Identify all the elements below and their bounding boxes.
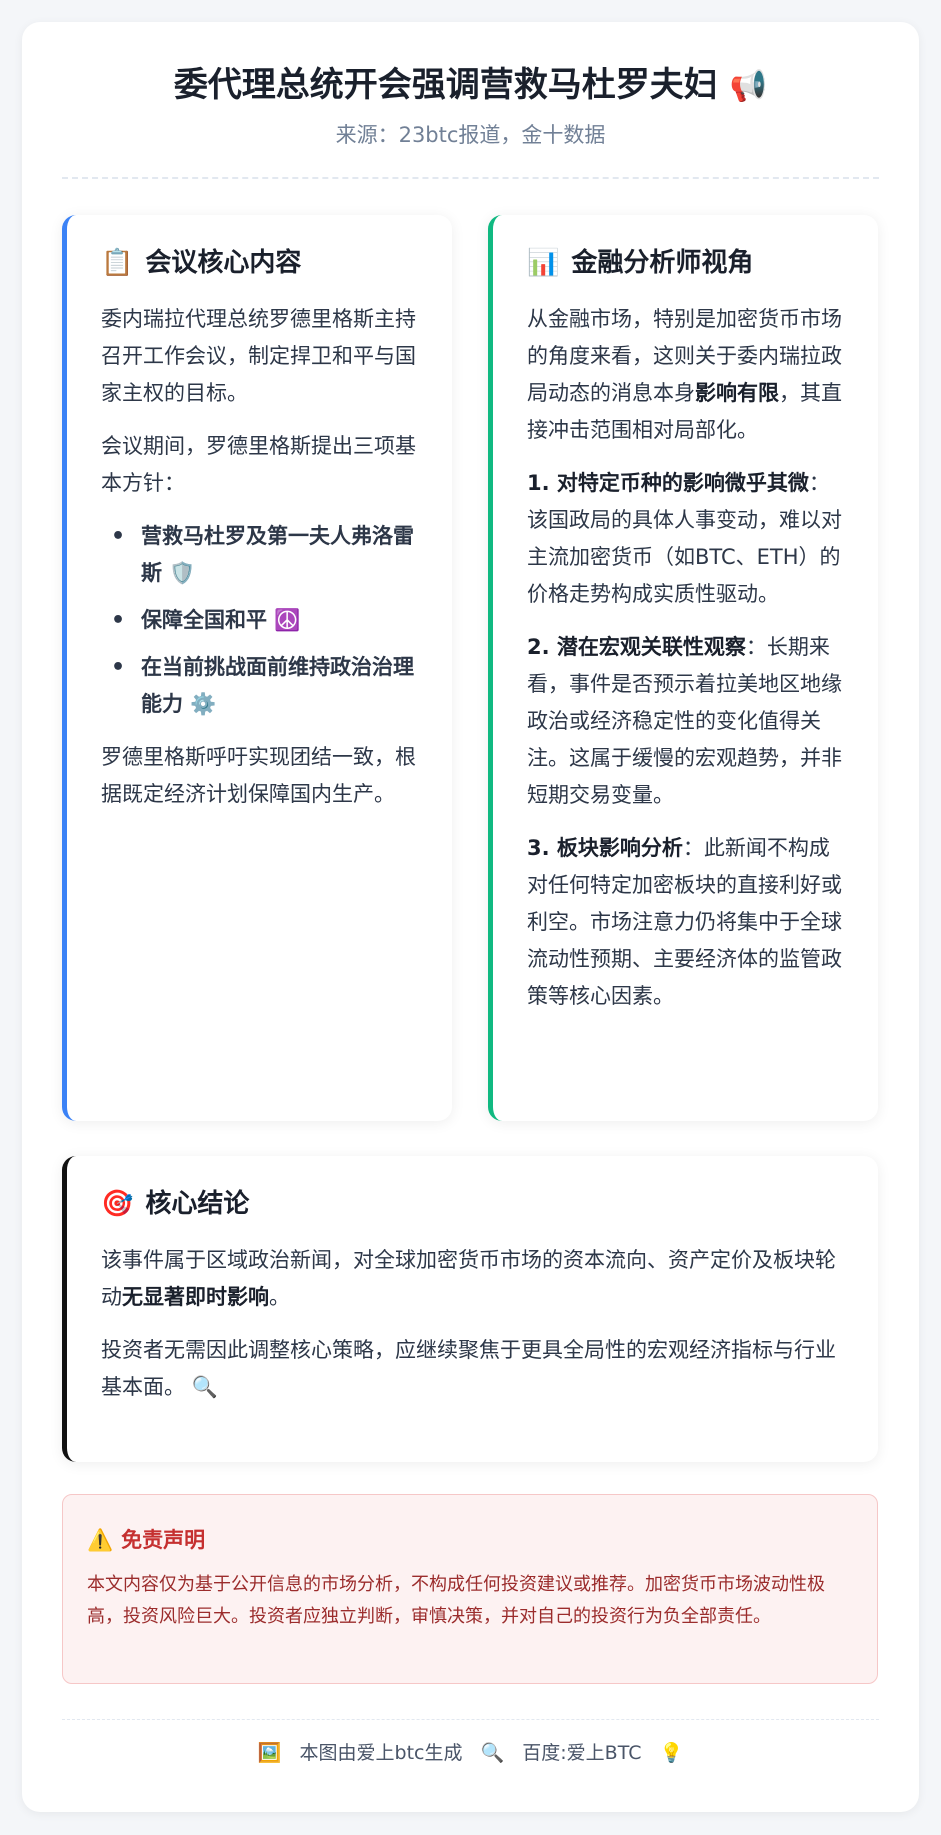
conclusion-heading-text: 核心结论 (145, 1189, 250, 1219)
footer: 🖼️ 本图由爱上btc生成 🔍 百度:爱上BTC 💡 (62, 1738, 879, 1768)
source-line: 来源：23btc报道，金十数据 (335, 123, 606, 147)
chart-icon: 📊 (527, 248, 560, 278)
conclusion-text-end: 。 (269, 1285, 290, 1309)
analyst-intro: 从金融市场，特别是加密货币市场的角度来看，这则关于委内瑞拉政局动态的消息本身影响… (527, 301, 844, 449)
footer-credit: 本图由爱上btc生成 (299, 1742, 463, 1764)
header: 委代理总统开会强调营救马杜罗夫妇 📢 来源：23btc报道，金十数据 (62, 60, 879, 150)
analyst-heading: 📊 金融分析师视角 (527, 243, 844, 283)
point-title: 3. 板块影响分析 (527, 836, 683, 860)
meeting-heading-text: 会议核心内容 (145, 248, 302, 278)
analyst-point-1: 1. 对特定币种的影响微乎其微：该国政局的具体人事变动，难以对主流加密货币（如B… (527, 465, 844, 613)
picture-icon: 🖼️ (257, 1742, 282, 1764)
point-text: ：长期来看，事件是否预示着拉美地区地缘政治或经济稳定性的变化值得关注。这属于缓慢… (527, 635, 842, 807)
list-item: 营救马杜罗及第一夫人弗洛雷斯 🛡️ (111, 518, 418, 592)
gear-icon: ⚙️ (190, 692, 217, 716)
footer-divider (62, 1719, 879, 1720)
analyst-heading-text: 金融分析师视角 (571, 248, 754, 278)
analyst-card: 📊 金融分析师视角 从金融市场，特别是加密货币市场的角度来看，这则关于委内瑞拉政局… (488, 215, 878, 1121)
meeting-heading: 📋 会议核心内容 (101, 243, 418, 283)
megaphone-icon: 📢 (729, 69, 768, 104)
conclusion-heading: 🎯 核心结论 (101, 1184, 844, 1224)
disclaimer-text: 本文内容仅为基于公开信息的市场分析，不构成任何投资建议或推荐。加密货币市场波动性… (87, 1574, 825, 1627)
policy-list: 营救马杜罗及第一夫人弗洛雷斯 🛡️ 保障全国和平 ☮️ 在当前挑战面前维持政治治… (101, 518, 418, 723)
meeting-paragraph-1: 委内瑞拉代理总统罗德里格斯主持召开工作会议，制定捍卫和平与国家主权的目标。 (101, 307, 416, 405)
warning-icon: ⚠️ (87, 1528, 114, 1552)
footer-search-hint: 百度:爱上BTC (522, 1742, 642, 1764)
conclusion-paragraph-1: 该事件属于区域政治新闻，对全球加密货币市场的资本流向、资产定价及板块轮动无显著即… (101, 1242, 844, 1316)
meeting-paragraph-3: 罗德里格斯呼吁实现团结一致，根据既定经济计划保障国内生产。 (101, 745, 416, 806)
meeting-paragraph-2: 会议期间，罗德里格斯提出三项基本方针： (101, 434, 416, 495)
analyst-point-3: 3. 板块影响分析：此新闻不构成对任何特定加密板块的直接利好或利空。市场注意力仍… (527, 830, 844, 1015)
shield-icon: 🛡️ (169, 561, 196, 585)
conclusion-paragraph-2: 投资者无需因此调整核心策略，应继续聚焦于更具全局性的宏观经济指标与行业基本面。 … (101, 1332, 844, 1406)
search-icon: 🔍 (480, 1742, 505, 1764)
peace-icon: ☮️ (274, 608, 301, 632)
list-item: 保障全国和平 ☮️ (111, 602, 418, 639)
magnifier-icon: 🔍 (191, 1375, 218, 1399)
conclusion-emphasis: 无显著即时影响 (122, 1285, 269, 1309)
header-divider (62, 177, 879, 179)
disclaimer-box: ⚠️ 免责声明 本文内容仅为基于公开信息的市场分析，不构成任何投资建议或推荐。加密… (62, 1494, 878, 1684)
disclaimer-heading: ⚠️ 免责声明 (87, 1523, 853, 1557)
intro-emphasis: 影响有限 (695, 381, 779, 405)
list-item-text: 保障全国和平 (141, 608, 267, 632)
point-text: ：此新闻不构成对任何特定加密板块的直接利好或利空。市场注意力仍将集中于全球流动性… (527, 836, 842, 1008)
lightbulb-icon: 💡 (659, 1742, 684, 1764)
disclaimer-heading-text: 免责声明 (121, 1528, 206, 1552)
page-title: 委代理总统开会强调营救马杜罗夫妇 📢 (62, 60, 879, 112)
list-item-text: 在当前挑战面前维持政治治理能力 (141, 655, 414, 716)
target-icon: 🎯 (101, 1189, 134, 1219)
title-text: 委代理总统开会强调营救马杜罗夫妇 (173, 65, 718, 105)
meeting-card: 📋 会议核心内容 委内瑞拉代理总统罗德里格斯主持召开工作会议，制定捍卫和平与国家主… (62, 215, 452, 1121)
point-title: 2. 潜在宏观关联性观察 (527, 635, 746, 659)
list-item: 在当前挑战面前维持政治治理能力 ⚙️ (111, 649, 418, 723)
point-title: 1. 对特定币种的影响微乎其微 (527, 471, 809, 495)
clipboard-icon: 📋 (101, 248, 134, 278)
article-card: 委代理总统开会强调营救马杜罗夫妇 📢 来源：23btc报道，金十数据 📋 会议核心内… (22, 22, 919, 1812)
analyst-point-2: 2. 潜在宏观关联性观察：长期来看，事件是否预示着拉美地区地缘政治或经济稳定性的… (527, 629, 844, 814)
conclusion-card: 🎯 核心结论 该事件属于区域政治新闻，对全球加密货币市场的资本流向、资产定价及板块… (62, 1156, 878, 1462)
